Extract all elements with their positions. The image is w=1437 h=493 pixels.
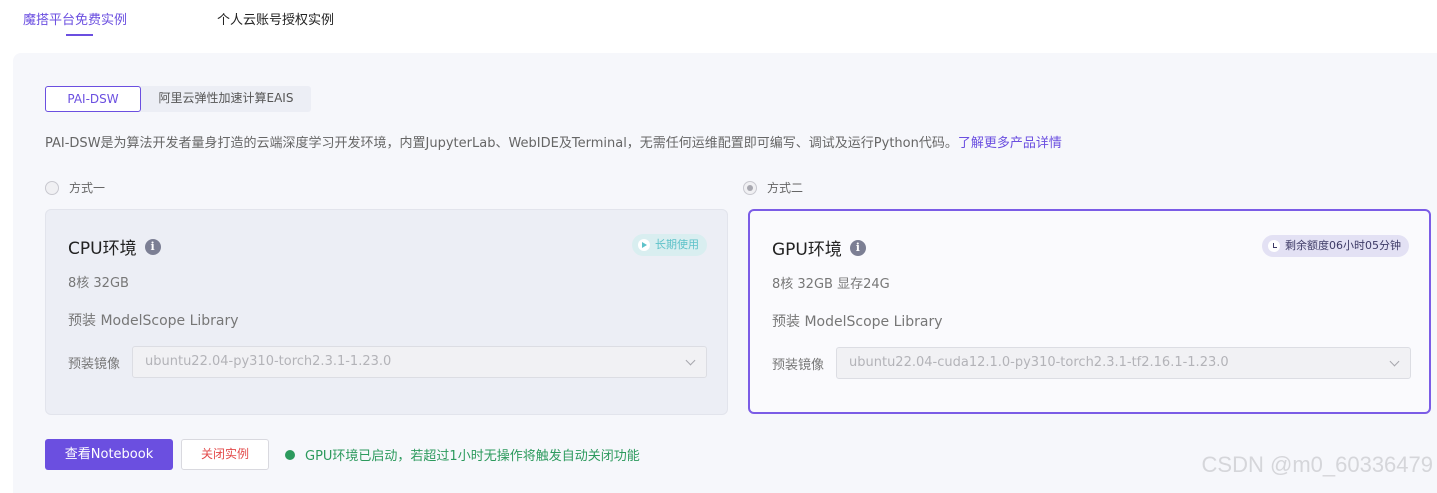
instance-panel: PAI-DSW 阿里云弹性加速计算EAIS PAI-DSW是为算法开发者量身打造… [13,53,1437,493]
remaining-quota-badge: 剩余额度06小时05分钟 [1262,235,1409,257]
segment-pai-dsw[interactable]: PAI-DSW [45,86,141,112]
option-one-label: 方式一 [69,181,106,195]
info-icon[interactable]: i [144,238,161,255]
chevron-down-icon [1389,356,1400,367]
long-term-badge: 长期使用 [632,234,707,256]
top-tabs: 魔搭平台免费实例 个人云账号授权实例 [0,0,1437,44]
cpu-image-select[interactable]: ubuntu22.04-py310-torch2.3.1-1.23.0 [132,346,707,378]
product-segment: PAI-DSW 阿里云弹性加速计算EAIS [45,86,311,112]
badge-label: 剩余额度06小时05分钟 [1285,239,1401,252]
radio-circle[interactable] [45,180,59,195]
watermark: CSDN @m0_60336479 [1201,452,1433,477]
cpu-spec: 8核 32GB [68,276,129,291]
gpu-image-select[interactable]: ubuntu22.04-cuda12.1.0-py310-torch2.3.1-… [836,347,1411,379]
badge-label: 长期使用 [655,238,699,251]
tab-personal-cloud[interactable]: 个人云账号授权实例 [217,9,334,28]
option-two-label: 方式二 [767,181,804,195]
active-tab-indicator [66,34,93,36]
gpu-title: GPU环境 [772,240,842,260]
status-text: GPU环境已启动，若超过1小时无操作将触发自动关闭功能 [305,449,640,464]
cpu-environment-card[interactable]: CPU环境 i 长期使用 8核 32GB 预装 ModelScope Libra… [45,209,728,415]
product-description: PAI-DSW是为算法开发者量身打造的云端深度学习开发环境，内置JupyterL… [45,132,1062,151]
view-notebook-button[interactable]: 查看Notebook [45,439,173,470]
status-dot-icon [285,449,295,460]
status-message: GPU环境已启动，若超过1小时无操作将触发自动关闭功能 [285,445,640,464]
card-title: CPU环境 i [68,234,161,259]
play-icon [638,239,650,251]
tab-modelscope-free[interactable]: 魔搭平台免费实例 [23,9,127,28]
gpu-environment-card[interactable]: GPU环境 i 剩余额度06小时05分钟 8核 32GB 显存24G 预装 Mo… [748,209,1431,414]
image-label: 预装镜像 [772,357,825,373]
chevron-down-icon [685,355,696,366]
image-row: 预装镜像 ubuntu22.04-py310-torch2.3.1-1.23.0 [68,346,707,378]
description-text: PAI-DSW是为算法开发者量身打造的云端深度学习开发环境，内置JupyterL… [45,136,958,151]
radio-option-two[interactable]: 方式二 [743,179,803,196]
segment-eais[interactable]: 阿里云弹性加速计算EAIS [141,86,311,112]
gpu-spec: 8核 32GB 显存24G [772,277,890,292]
radio-circle-checked[interactable] [743,180,757,195]
image-row: 预装镜像 ubuntu22.04-cuda12.1.0-py310-torch2… [772,347,1411,379]
info-icon[interactable]: i [849,239,866,256]
gpu-preinstall: 预装 ModelScope Library [772,314,943,330]
learn-more-link[interactable]: 了解更多产品详情 [958,136,1062,151]
cpu-preinstall: 预装 ModelScope Library [68,313,239,329]
image-label: 预装镜像 [68,356,121,372]
action-bar: 查看Notebook 关闭实例 GPU环境已启动，若超过1小时无操作将触发自动关… [45,439,640,470]
cpu-title: CPU环境 [68,239,137,259]
card-title: GPU环境 i [772,235,866,260]
close-instance-button[interactable]: 关闭实例 [181,439,269,470]
select-value: ubuntu22.04-py310-torch2.3.1-1.23.0 [145,354,392,369]
radio-option-one[interactable]: 方式一 [45,179,105,196]
clock-icon [1268,240,1280,252]
select-value: ubuntu22.04-cuda12.1.0-py310-torch2.3.1-… [849,355,1229,370]
